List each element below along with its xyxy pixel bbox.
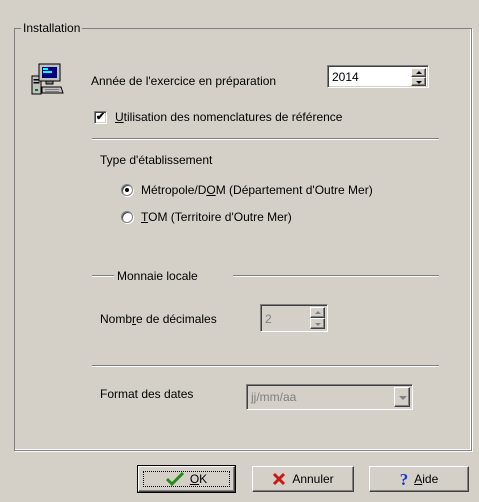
- chevron-down-icon: [399, 396, 407, 400]
- year-up-button[interactable]: [411, 68, 426, 77]
- radio-metropole-dom-label[interactable]: Métropole/DOM (Département d'Outre Mer): [141, 182, 373, 198]
- separator-monnaie-left: [92, 275, 114, 277]
- dates-format-value: jj/mm/aa: [251, 390, 297, 404]
- decimals-spinbox[interactable]: 2: [260, 304, 328, 332]
- dates-dropdown-button[interactable]: [394, 387, 410, 407]
- ok-button[interactable]: OK: [137, 465, 236, 493]
- check-mark-icon: ✔: [95, 111, 106, 123]
- decimals-value: 2: [265, 312, 272, 326]
- dates-format-select[interactable]: jj/mm/aa: [246, 384, 413, 410]
- separator-1: [92, 138, 439, 140]
- decimals-down-button[interactable]: [310, 318, 325, 329]
- etablissement-title: Type d'établissement: [100, 153, 213, 167]
- help-button-label: Aide: [414, 472, 439, 486]
- groupbox-title: Installation: [21, 20, 83, 36]
- year-spinbox[interactable]: 2014: [327, 65, 429, 88]
- cancel-button[interactable]: Annuler: [252, 466, 354, 492]
- nomenclature-checkbox[interactable]: ✔: [94, 111, 107, 124]
- decimals-label: Nombre de décimales: [100, 312, 217, 326]
- cancel-button-label: Annuler: [292, 472, 334, 486]
- radio-tom-label[interactable]: TOM (Territoire d'Outre Mer): [141, 209, 292, 225]
- help-button[interactable]: ? Aide: [369, 466, 469, 492]
- question-icon: ?: [399, 469, 409, 489]
- focus-rect: [143, 471, 230, 487]
- nomenclature-label[interactable]: Utilisation des nomenclatures de référen…: [115, 109, 342, 125]
- radio-tom[interactable]: [121, 211, 133, 223]
- monnaie-title: Monnaie locale: [117, 269, 198, 283]
- dates-label: Format des dates: [100, 387, 194, 401]
- year-label: Année de l'exercice en préparation: [91, 74, 277, 88]
- computer-icon: [30, 62, 64, 96]
- separator-3: [92, 365, 439, 367]
- decimals-up-button[interactable]: [310, 307, 325, 318]
- separator-monnaie-right: [233, 275, 439, 277]
- radio-metropole-dom[interactable]: [121, 184, 133, 196]
- year-value: 2014: [332, 70, 359, 84]
- year-down-button[interactable]: [411, 77, 426, 86]
- cross-icon: [273, 472, 286, 486]
